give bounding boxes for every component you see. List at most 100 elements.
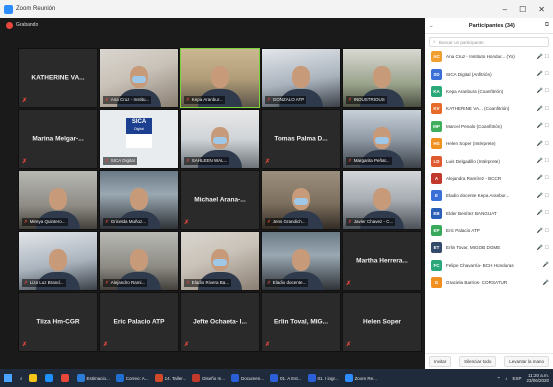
participant-row[interactable]: E Eladio docente Kepa Aranbur... 🎤 ☐	[425, 187, 553, 204]
video-tile[interactable]: Tomas Palma D... ✗	[261, 109, 341, 169]
video-tile[interactable]: Tiiza Hm-CGR ✗	[18, 292, 98, 352]
network-icon[interactable]: ⌁	[497, 375, 500, 381]
participant-status-icons[interactable]: 🎤 ☐	[537, 210, 549, 216]
muted-mic-icon: ✗	[186, 158, 190, 163]
minimize-button[interactable]: –	[503, 5, 507, 14]
video-tile[interactable]: ✗ SAHLEEN WAL...	[180, 109, 260, 169]
video-tile[interactable]: Eric Palacio ATP ✗	[99, 292, 179, 352]
participant-status-icons[interactable]: 🎤 ☐	[537, 141, 549, 147]
participant-status-icons[interactable]: 🎤 ☐	[537, 106, 549, 112]
video-tile[interactable]: KATHERINE VA... ✗	[18, 48, 98, 108]
video-tile[interactable]: Martha Herrera... ✗	[342, 231, 422, 291]
participant-row[interactable]: G Graciela Barrios- CORSATUR 🎤	[425, 274, 553, 291]
avatar: EP	[431, 225, 442, 237]
windows-start-icon[interactable]	[4, 374, 12, 382]
taskbar-app[interactable]	[44, 374, 55, 382]
title-bar: Zoom Reunión – ☐ ✕	[0, 0, 553, 18]
participant-status-icons[interactable]: 🎤	[543, 262, 549, 268]
participant-row[interactable]: HS Helen Soper (Intérprete) 🎤 ☐	[425, 135, 553, 152]
tile-caption: ✗ Jens Grandich...	[265, 218, 308, 226]
video-tile[interactable]: ✗ Kepa Aranbur...	[180, 48, 260, 108]
participant-row[interactable]: ET Erlin Tovar, MIGOB DGME 🎤 ☐	[425, 239, 553, 256]
video-tile[interactable]: ✗ Jens Grandich...	[261, 170, 341, 230]
taskbar-app[interactable]: 01. A Est...	[270, 374, 302, 382]
participant-row[interactable]: EP Eric Palacio ATP 🎤 ☐	[425, 222, 553, 239]
participant-search-input[interactable]: ⌕ Buscar un participante	[429, 37, 549, 47]
taskbar-app[interactable]: Zoom Re...	[344, 374, 377, 382]
taskbar-app[interactable]: 14. Taller...	[154, 374, 187, 382]
search-taskbar-icon[interactable]: ⌕	[20, 376, 23, 381]
video-tile[interactable]: ✗ Ana Cruz - Institu...	[99, 48, 179, 108]
language-indicator[interactable]: ESP	[512, 376, 521, 381]
participant-row[interactable]: MP Marcel Penalo (Coanfitrión) 🎤 ☐	[425, 118, 553, 135]
participant-name: Graciela Barrios- CORSATUR	[446, 280, 508, 286]
taskbar-app-label: 14. Taller...	[164, 375, 187, 381]
participant-status-icons[interactable]: 🎤 ☐	[537, 88, 549, 94]
participant-row[interactable]: EB Elder Benítez BANGUAT 🎤 ☐	[425, 205, 553, 222]
video-tile[interactable]: ✗ Eladio docente...	[261, 231, 341, 291]
participant-name: Marcel Penalo (Coanfitrión)	[446, 123, 502, 129]
maximize-button[interactable]: ☐	[519, 5, 526, 14]
video-tile[interactable]: ✗ Liza Luz Brand...	[18, 231, 98, 291]
video-tile[interactable]: ✗ INDUSTRIOUS	[342, 48, 422, 108]
video-tile[interactable]: ✗ Margarita Peñat...	[342, 109, 422, 169]
volume-icon[interactable]: ♪	[505, 376, 507, 381]
taskbar-app[interactable]: Estimacio...	[76, 374, 110, 382]
collapse-chevron-icon[interactable]: ⌄	[429, 23, 439, 29]
participant-face	[373, 188, 391, 211]
clock[interactable]: 11:20 a.m. 23/06/2020	[526, 373, 549, 383]
app-icon	[60, 374, 69, 382]
participant-status-icons[interactable]: 🎤 ☐	[537, 228, 549, 234]
participant-face	[49, 188, 67, 211]
participant-name: Eric Palacio ATP	[446, 228, 480, 234]
muted-mic-icon: ✗	[24, 280, 28, 285]
participant-status-icons[interactable]: 🎤 ☐	[537, 193, 549, 199]
recording-indicator: Grabando	[0, 18, 425, 32]
video-tile[interactable]: Helen Soper ✗	[342, 292, 422, 352]
participant-status-icons[interactable]: 🎤 ☐	[537, 54, 549, 60]
tile-caption-text: Eladio Rivera Ba...	[191, 280, 230, 285]
taskbar-app[interactable]: Documen...	[231, 374, 264, 382]
mute-all-button[interactable]: Silenciar todo	[459, 356, 497, 367]
search-placeholder: Buscar un participante	[438, 39, 484, 45]
participant-name: Erlin Tovar, MIGOB DGME	[446, 245, 501, 251]
popout-icon[interactable]: ⧉	[545, 22, 549, 29]
raise-hand-button[interactable]: Levantar la mano	[504, 356, 550, 367]
app-icon	[76, 374, 85, 382]
participant-status-icons[interactable]: 🎤	[543, 280, 549, 286]
taskbar-app[interactable]: Diseño m...	[192, 374, 225, 382]
muted-mic-icon: ✗	[22, 342, 28, 348]
taskbar-app[interactable]	[60, 374, 71, 382]
participant-row[interactable]: SD SICA Digital (Anfitrión) 🎤 ☐	[425, 65, 553, 82]
video-tile[interactable]: ✗ Eladio Rivera Ba...	[180, 231, 260, 291]
participant-row[interactable]: A Alejandra Ramírez - BCCR 🎤 ☐	[425, 170, 553, 187]
video-tile[interactable]: Michael Arana-... ✗	[180, 170, 260, 230]
taskbar-app[interactable]: 01. I ingr...	[307, 374, 339, 382]
video-tile[interactable]: ✗ Gricelda Muñoz...	[99, 170, 179, 230]
video-tile[interactable]: Marina Melgar-... ✗	[18, 109, 98, 169]
taskbar-app[interactable]	[28, 374, 39, 382]
video-tile[interactable]: ✗ Javier Chavez - C...	[342, 170, 422, 230]
participant-row[interactable]: AC Ana Cruz - Instituto Hondur... (Yo) 🎤 ☐	[425, 48, 553, 65]
video-tile[interactable]: ✗ GONZALO ATP	[261, 48, 341, 108]
muted-mic-icon: ✗	[265, 159, 271, 165]
participant-status-icons[interactable]: 🎤 ☐	[537, 175, 549, 181]
participant-row[interactable]: LD Luis Delgadillo (Intérprete) 🎤 ☐	[425, 152, 553, 169]
video-tile[interactable]: Erlin Toval, MIG... ✗	[261, 292, 341, 352]
participant-row[interactable]: KV KATHERINE VA... (Coanfitrión) 🎤 ☐	[425, 100, 553, 117]
participant-status-icons[interactable]: 🎤 ☐	[537, 123, 549, 129]
close-button[interactable]: ✕	[538, 5, 545, 14]
tile-caption-text: Mireya Quintero...	[29, 219, 66, 224]
participant-status-icons[interactable]: 🎤 ☐	[537, 71, 549, 77]
video-tile[interactable]: Jefte Ochaeta- I... ✗	[180, 292, 260, 352]
invite-button[interactable]: Invitar	[428, 356, 452, 367]
video-tile[interactable]: SICA Digital ✗ SICA Digital	[99, 109, 179, 169]
participant-row[interactable]: KA Kepa Aranbura (Coanfitrión) 🎤 ☐	[425, 83, 553, 100]
participant-name: Eladio docente Kepa Aranbur...	[446, 193, 510, 199]
taskbar-app[interactable]: Correo: A...	[115, 374, 149, 382]
participant-status-icons[interactable]: 🎤 ☐	[537, 158, 549, 164]
participant-row[interactable]: FC Felipe Chavarría- BCH Honduras 🎤	[425, 257, 553, 274]
participant-status-icons[interactable]: 🎤 ☐	[537, 245, 549, 251]
video-tile[interactable]: ✗ Mireya Quintero...	[18, 170, 98, 230]
video-tile[interactable]: ✗ Alejandro Rami...	[99, 231, 179, 291]
